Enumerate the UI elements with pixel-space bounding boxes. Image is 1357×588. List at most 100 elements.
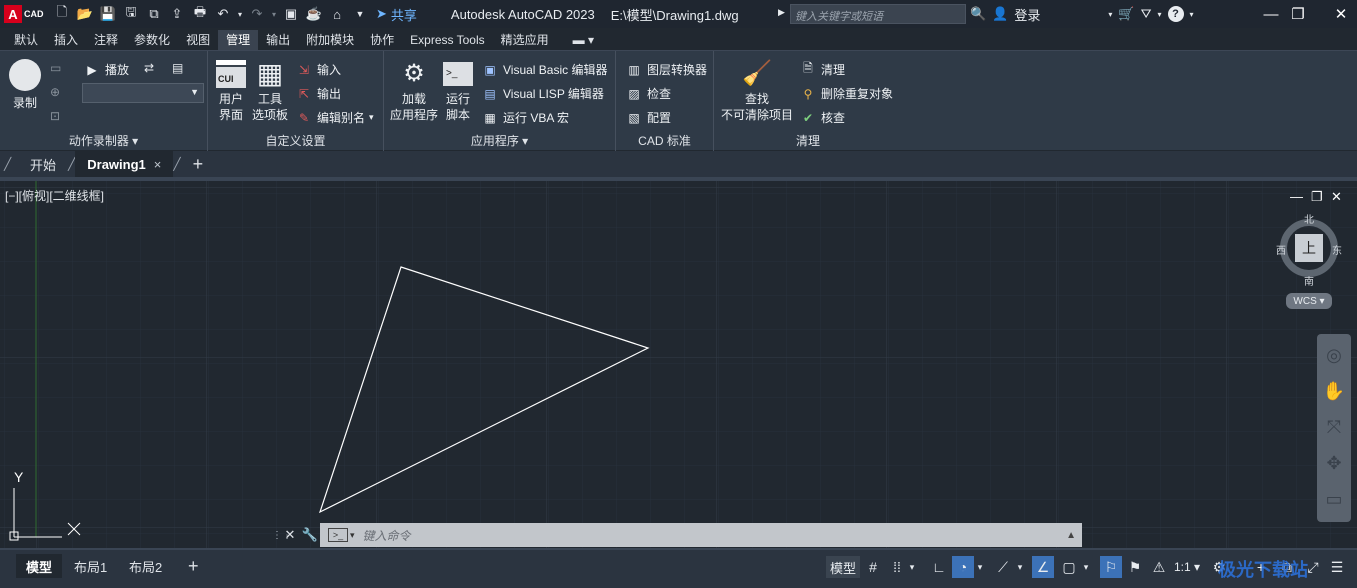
tab-addins[interactable]: 附加模块 bbox=[298, 30, 362, 50]
panel-label-action-recorder[interactable]: 动作录制器 ▾ bbox=[0, 132, 207, 149]
tab-featured-apps[interactable]: 精选应用 bbox=[493, 30, 557, 50]
viewport-close-icon[interactable]: ✕ bbox=[1331, 189, 1342, 205]
workspace-icon[interactable]: ▣ bbox=[281, 4, 301, 24]
isometric-dropdown-icon[interactable]: ▾ bbox=[1014, 556, 1026, 578]
app-dropdown-icon[interactable]: ▾ bbox=[1158, 10, 1162, 19]
viewcube[interactable]: 上 北 南 东 西 bbox=[1276, 211, 1342, 301]
open-web-icon[interactable]: ⧉ bbox=[144, 4, 164, 24]
polar-dropdown-icon[interactable]: ▾ bbox=[974, 556, 986, 578]
viewport-restore-icon[interactable]: ❐ bbox=[1311, 189, 1323, 205]
tab-express-tools[interactable]: Express Tools bbox=[402, 30, 492, 50]
auto-scale-icon[interactable]: ⚑ bbox=[1124, 556, 1146, 578]
manage-macros-icon[interactable]: ▤ bbox=[172, 61, 183, 75]
configure-standards-button[interactable]: ▧ 配置 bbox=[626, 109, 671, 126]
tool-palettes-button[interactable]: ▦ 工具 选项板 bbox=[250, 59, 290, 123]
tab-annotate[interactable]: 注释 bbox=[86, 30, 126, 50]
command-grip-icon[interactable]: ⋮⋮ bbox=[272, 525, 292, 545]
tab-collaborate[interactable]: 协作 bbox=[362, 30, 402, 50]
user-icon[interactable]: 👤 bbox=[992, 6, 1008, 22]
grid-display-icon[interactable]: # bbox=[862, 556, 884, 578]
autodesk-app-icon[interactable]: ⛛ bbox=[1141, 6, 1152, 22]
app-menu-button[interactable]: A CAD bbox=[4, 4, 46, 24]
undo-dropdown-icon[interactable]: ▾ bbox=[236, 4, 244, 24]
model-space-toggle[interactable]: 模型 bbox=[826, 556, 861, 578]
snap-dropdown-icon[interactable]: ▾ bbox=[906, 556, 918, 578]
layout-tab-2[interactable]: 布局2 bbox=[119, 554, 172, 578]
action-base-point-icon[interactable]: ⊡ bbox=[50, 109, 60, 123]
tab-start[interactable]: 开始 bbox=[18, 151, 68, 177]
compass-east[interactable]: 东 bbox=[1332, 242, 1342, 257]
customize-qat-icon[interactable]: ▼ bbox=[350, 4, 370, 24]
wcs-menu[interactable]: WCS ▾ bbox=[1286, 293, 1332, 309]
object-snap-tracking-icon[interactable]: ∠ bbox=[1032, 556, 1054, 578]
login-button[interactable]: 登录 bbox=[1014, 5, 1040, 24]
macro-select[interactable]: ▼ bbox=[82, 83, 204, 103]
layer-translator-button[interactable]: ▥ 图层转换器 bbox=[626, 61, 707, 78]
plot-icon[interactable]: 🖶 bbox=[190, 4, 210, 24]
new-file-icon[interactable]: 🗋 bbox=[52, 4, 72, 24]
add-tab-icon[interactable]: + bbox=[181, 151, 216, 177]
redo-icon[interactable]: ↷ bbox=[247, 4, 267, 24]
isometric-drafting-icon[interactable]: ⟋ bbox=[992, 556, 1014, 578]
search-expand-icon[interactable]: ▶ bbox=[778, 7, 785, 18]
search-input[interactable]: 键入关键字或短语 bbox=[790, 4, 966, 24]
viewcube-top-face[interactable]: 上 bbox=[1295, 234, 1323, 262]
stamp-icon[interactable]: ⌂ bbox=[327, 4, 347, 24]
share-button[interactable]: ➤ 共享 bbox=[376, 5, 417, 24]
drawing-canvas[interactable]: Y [−][俯视][二维线框] — ❐ ✕ 上 北 南 东 西 WCS ▾ ◎ … bbox=[0, 181, 1357, 548]
tab-drawing1[interactable]: Drawing1 × bbox=[75, 151, 174, 177]
undo-icon[interactable]: ↶ bbox=[213, 4, 233, 24]
command-input[interactable]: >_ ▾ 键入命令 ▲ bbox=[320, 523, 1082, 547]
panel-label-applications[interactable]: 应用程序 ▾ bbox=[384, 132, 615, 149]
recent-commands-dropdown-icon[interactable]: ▾ bbox=[350, 530, 355, 541]
zoom-extents-icon[interactable]: ⤧ bbox=[1321, 414, 1347, 440]
login-dropdown-icon[interactable]: ▾ bbox=[1108, 10, 1112, 19]
run-script-button[interactable]: >_ 运行 脚本 bbox=[442, 59, 474, 123]
ribbon-minimize-icon[interactable]: ▬ ▾ bbox=[565, 30, 602, 50]
ortho-mode-icon[interactable]: ∟ bbox=[928, 556, 950, 578]
command-customize-wrench-icon[interactable]: 🔧 bbox=[300, 525, 320, 545]
teapot-icon[interactable]: ☕ bbox=[304, 4, 324, 24]
purge-button[interactable]: 🗎 清理 bbox=[800, 61, 845, 78]
orbit-icon[interactable]: ✥ bbox=[1321, 450, 1347, 476]
command-history-up-icon[interactable]: ▲ bbox=[1066, 530, 1076, 541]
search-icon[interactable]: 🔍 bbox=[970, 6, 986, 22]
tab-parametric[interactable]: 参数化 bbox=[126, 30, 178, 50]
pan-hand-icon[interactable]: ✋ bbox=[1321, 378, 1347, 404]
open-folder-icon[interactable]: 📂 bbox=[75, 4, 95, 24]
cart-icon[interactable]: 🛒 bbox=[1118, 6, 1134, 22]
add-layout-icon[interactable]: + bbox=[178, 554, 209, 578]
visual-basic-editor-button[interactable]: ▣ Visual Basic 编辑器 bbox=[482, 61, 607, 78]
help-icon[interactable]: ? bbox=[1167, 6, 1184, 22]
import-customization-button[interactable]: ⇲ 输入 bbox=[296, 61, 341, 78]
overkill-button[interactable]: ⚲ 删除重复对象 bbox=[800, 85, 893, 102]
action-user-input-icon[interactable]: ⊕ bbox=[50, 85, 60, 99]
save-web-icon[interactable]: ⇪ bbox=[167, 4, 187, 24]
tab-menu-icon[interactable]: ╱ bbox=[4, 157, 18, 171]
layout-tab-1[interactable]: 布局1 bbox=[64, 554, 117, 578]
user-interface-button[interactable]: CUI 用户 界面 bbox=[214, 59, 248, 123]
edit-aliases-button[interactable]: ✎ 编辑别名 ▾ bbox=[296, 109, 374, 126]
viewport-controls-label[interactable]: [−][俯视][二维线框] bbox=[5, 187, 104, 204]
viewport-minimize-icon[interactable]: — bbox=[1290, 189, 1303, 204]
tab-default[interactable]: 默认 bbox=[6, 30, 46, 50]
polar-tracking-icon[interactable]: ◔ bbox=[952, 556, 974, 578]
save-icon[interactable]: 💾 bbox=[98, 4, 118, 24]
close-tab-icon[interactable]: × bbox=[154, 157, 162, 172]
recent-commands-icon[interactable]: >_ bbox=[328, 528, 348, 542]
snap-mode-icon[interactable]: ⁞⁞ bbox=[886, 556, 908, 578]
preference-icon[interactable]: ⇄ bbox=[144, 61, 154, 75]
close-window-icon[interactable]: ✕ bbox=[1330, 3, 1352, 25]
play-button[interactable]: ▶ 播放 bbox=[84, 61, 129, 78]
command-close-icon[interactable]: ✕ bbox=[280, 525, 300, 545]
find-non-purgeable-button[interactable]: 🧹 查找 不可清除项目 bbox=[718, 59, 796, 123]
tab-manage[interactable]: 管理 bbox=[218, 30, 259, 50]
check-standards-button[interactable]: ▨ 检查 bbox=[626, 85, 671, 102]
compass-north[interactable]: 北 bbox=[1304, 211, 1314, 226]
export-customization-button[interactable]: ⇱ 输出 bbox=[296, 85, 341, 102]
annotation-visibility-icon[interactable]: ⚐ bbox=[1100, 556, 1122, 578]
save-as-icon[interactable]: 🖫 bbox=[121, 4, 141, 24]
object-snap-icon[interactable]: ▢ bbox=[1058, 556, 1080, 578]
redo-dropdown-icon[interactable]: ▾ bbox=[270, 4, 278, 24]
minimize-window-icon[interactable]: — bbox=[1260, 3, 1282, 25]
